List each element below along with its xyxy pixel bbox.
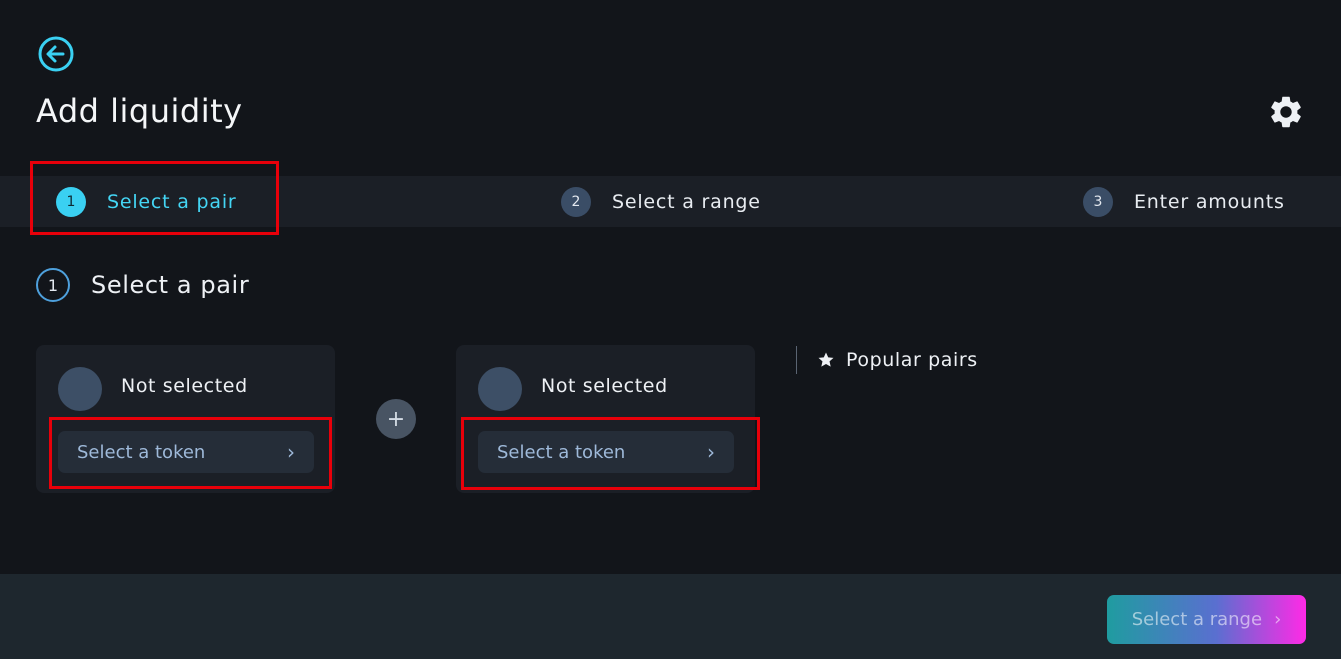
chevron-right-icon: › <box>287 440 295 464</box>
settings-button[interactable] <box>1267 93 1305 131</box>
select-token-label: Select a token <box>77 441 206 463</box>
popular-pairs-button[interactable]: Popular pairs <box>796 346 978 374</box>
step-label: Select a range <box>612 190 761 213</box>
section-title: Select a pair <box>91 271 250 299</box>
select-token-button[interactable]: Select a token › <box>58 431 314 473</box>
step-label: Select a pair <box>107 190 237 213</box>
step-label: Enter amounts <box>1134 190 1285 213</box>
step-enter-amounts[interactable]: 3 Enter amounts <box>1083 176 1285 227</box>
popular-pairs-label: Popular pairs <box>846 349 978 371</box>
select-range-button[interactable]: Select a range › <box>1107 595 1306 644</box>
back-button[interactable] <box>37 35 75 73</box>
gear-icon <box>1271 96 1301 128</box>
step-select-range[interactable]: 2 Select a range <box>561 176 761 227</box>
select-token-button[interactable]: Select a token › <box>478 431 734 473</box>
step-select-pair[interactable]: 1 Select a pair <box>56 176 237 227</box>
arrow-left-circle-icon <box>38 36 74 72</box>
next-button-label: Select a range <box>1131 609 1263 630</box>
token-avatar <box>478 367 522 411</box>
token-card-b: Not selected Select a token › <box>456 345 755 493</box>
token-avatar <box>58 367 102 411</box>
step-number: 1 <box>56 186 86 217</box>
token-card-a: Not selected Select a token › <box>36 345 335 493</box>
section-heading: 1 Select a pair <box>36 268 249 302</box>
page-title: Add liquidity <box>36 92 243 130</box>
token-status: Not selected <box>121 375 248 397</box>
chevron-right-icon: › <box>1274 609 1282 630</box>
token-status: Not selected <box>541 375 668 397</box>
section-number: 1 <box>36 268 70 302</box>
step-number: 2 <box>561 186 591 217</box>
footer-bar: Select a range › <box>0 574 1341 659</box>
stepper-bar: 1 Select a pair 2 Select a range 3 Enter… <box>0 176 1341 227</box>
select-token-label: Select a token <box>497 441 626 463</box>
plus-icon: + <box>376 399 416 439</box>
chevron-right-icon: › <box>707 440 715 464</box>
step-number: 3 <box>1083 186 1113 217</box>
star-icon <box>818 352 834 367</box>
